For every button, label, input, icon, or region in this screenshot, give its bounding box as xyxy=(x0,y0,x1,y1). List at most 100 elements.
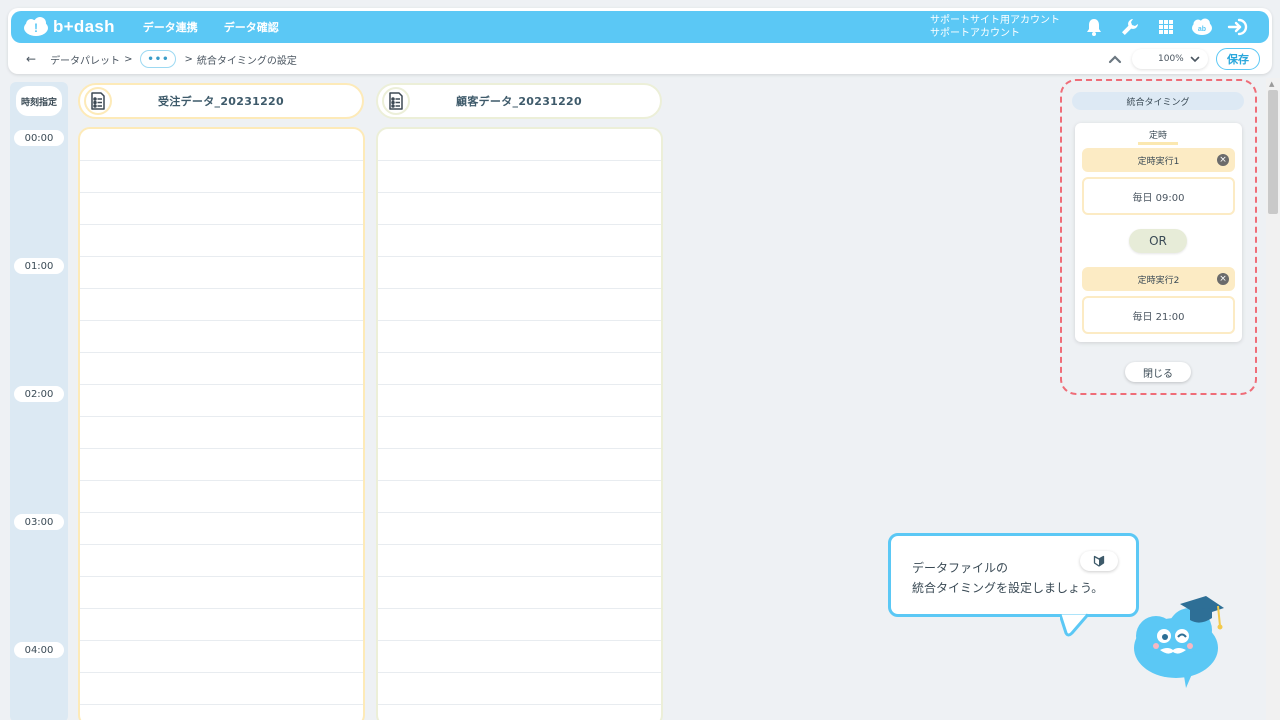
svg-text:ab: ab xyxy=(1198,26,1206,33)
remove-schedule-icon[interactable]: × xyxy=(1217,154,1229,166)
nav-data-integration[interactable]: データ連携 xyxy=(143,19,198,35)
time-slot[interactable] xyxy=(378,289,661,321)
time-slot[interactable] xyxy=(378,321,661,353)
file-name: 顧客データ_20231220 xyxy=(456,95,582,108)
time-slot[interactable] xyxy=(80,673,363,705)
time-label: 01:00 xyxy=(14,258,64,274)
time-slot[interactable] xyxy=(378,353,661,385)
time-slot[interactable] xyxy=(80,353,363,385)
top-navigation-bar: ! b+dash データ連携 データ確認 サポートサイト用アカウント サポートア… xyxy=(11,11,1269,43)
time-slot[interactable] xyxy=(80,289,363,321)
chevron-down-icon xyxy=(1190,56,1200,62)
mascot-cloud-icon xyxy=(1134,596,1224,688)
time-slot[interactable] xyxy=(80,481,363,513)
time-slot[interactable] xyxy=(80,129,363,161)
file-timeline-customers[interactable] xyxy=(376,127,663,720)
file-timeline-orders[interactable] xyxy=(78,127,365,720)
time-label: 02:00 xyxy=(14,386,64,402)
file-header-orders[interactable]: 受注データ_20231220 xyxy=(78,83,364,119)
breadcrumb-separator: > xyxy=(184,53,193,65)
chevron-up-icon[interactable] xyxy=(1108,54,1122,64)
bell-icon[interactable] xyxy=(1083,16,1105,38)
time-slot[interactable] xyxy=(378,193,661,225)
schedule-name: 定時実行2 xyxy=(1137,275,1180,286)
time-label: 00:00 xyxy=(14,130,64,146)
svg-text:!: ! xyxy=(34,21,38,35)
time-slot[interactable] xyxy=(378,673,661,705)
time-slot[interactable] xyxy=(80,193,363,225)
time-slot[interactable] xyxy=(80,417,363,449)
logo-cloud-icon: ! xyxy=(24,17,48,36)
schedule-time-field[interactable]: 毎日 09:00 xyxy=(1082,177,1235,215)
apps-grid-icon[interactable] xyxy=(1155,16,1177,38)
account-name: サポートアカウント xyxy=(930,28,1020,39)
notification-cloud-icon[interactable]: ab xyxy=(1191,16,1213,38)
tip-line: 統合タイミングを設定しましょう。 xyxy=(912,581,1104,595)
schedule-time: 毎日 09:00 xyxy=(1132,192,1185,204)
breadcrumb-root[interactable]: データパレット xyxy=(50,52,120,67)
time-slot[interactable] xyxy=(378,481,661,513)
time-slot[interactable] xyxy=(80,321,363,353)
time-slot[interactable] xyxy=(80,545,363,577)
remove-schedule-icon[interactable]: × xyxy=(1217,273,1229,285)
document-icon xyxy=(382,87,410,115)
time-slot[interactable] xyxy=(80,225,363,257)
schedule-time-field[interactable]: 毎日 21:00 xyxy=(1082,296,1235,334)
logout-icon[interactable] xyxy=(1227,16,1249,38)
back-arrow-icon[interactable]: ← xyxy=(26,52,36,66)
file-header-customers[interactable]: 顧客データ_20231220 xyxy=(376,83,662,119)
time-slot[interactable] xyxy=(378,161,661,193)
save-button[interactable]: 保存 xyxy=(1216,48,1260,70)
file-name: 受注データ_20231220 xyxy=(158,95,284,108)
time-slot[interactable] xyxy=(80,609,363,641)
breadcrumb-separator: > xyxy=(124,53,133,65)
document-icon xyxy=(84,87,112,115)
breadcrumb-bar: ← データパレット > ••• > 統合タイミングの設定 100% 保存 xyxy=(8,46,1272,72)
time-specify-header[interactable]: 時刻指定 xyxy=(16,86,62,116)
tip-toggle-button[interactable] xyxy=(1080,551,1118,571)
nav-data-check[interactable]: データ確認 xyxy=(224,19,279,35)
time-slot[interactable] xyxy=(378,609,661,641)
or-separator: OR xyxy=(1129,229,1187,253)
time-slot[interactable] xyxy=(80,641,363,673)
time-label: 04:00 xyxy=(14,642,64,658)
time-slot[interactable] xyxy=(80,449,363,481)
time-slot[interactable] xyxy=(80,385,363,417)
scrollbar-thumb[interactable] xyxy=(1268,90,1278,214)
wrench-icon[interactable] xyxy=(1119,16,1141,38)
tip-line: データファイルの xyxy=(912,561,1009,575)
zoom-select[interactable]: 100% xyxy=(1132,49,1208,69)
breadcrumb-current: 統合タイミングの設定 xyxy=(196,55,297,67)
breadcrumb-ellipsis-button[interactable]: ••• xyxy=(140,50,177,68)
account-menu[interactable]: サポートサイト用アカウント サポートアカウント xyxy=(930,14,1060,40)
time-slot[interactable] xyxy=(80,577,363,609)
time-slot[interactable] xyxy=(378,449,661,481)
beginner-mark-icon xyxy=(1093,555,1105,567)
tip-bubble: データファイルの 統合タイミングを設定しましょう。 xyxy=(888,533,1139,617)
vertical-scrollbar[interactable]: ▲ xyxy=(1266,78,1280,720)
schedule-name: 定時実行1 xyxy=(1137,156,1180,167)
time-slot[interactable] xyxy=(378,225,661,257)
time-slot[interactable] xyxy=(378,129,661,161)
time-slot[interactable] xyxy=(378,513,661,545)
time-slot[interactable] xyxy=(378,257,661,289)
section-label-regular: 定時 xyxy=(1138,128,1178,145)
time-slot[interactable] xyxy=(378,577,661,609)
time-slot[interactable] xyxy=(378,641,661,673)
time-slot[interactable] xyxy=(378,417,661,449)
tip-bubble-tail xyxy=(1060,613,1090,637)
account-site-label: サポートサイト用アカウント xyxy=(930,15,1060,26)
header-card: ! b+dash データ連携 データ確認 サポートサイト用アカウント サポートア… xyxy=(8,8,1272,74)
time-column: 時刻指定 00:00 01:00 02:00 03:00 04:00 xyxy=(10,82,68,720)
time-label: 03:00 xyxy=(14,514,64,530)
time-slot[interactable] xyxy=(378,385,661,417)
time-slot[interactable] xyxy=(378,545,661,577)
schedule-header: 定時実行2 × xyxy=(1082,267,1235,291)
time-slot[interactable] xyxy=(80,257,363,289)
time-slot[interactable] xyxy=(80,513,363,545)
logo-text: b+dash xyxy=(53,17,115,36)
close-button[interactable]: 閉じる xyxy=(1125,362,1191,382)
time-slot[interactable] xyxy=(80,161,363,193)
logo[interactable]: ! b+dash xyxy=(23,17,115,37)
scroll-up-arrow-icon[interactable]: ▲ xyxy=(1269,80,1274,88)
